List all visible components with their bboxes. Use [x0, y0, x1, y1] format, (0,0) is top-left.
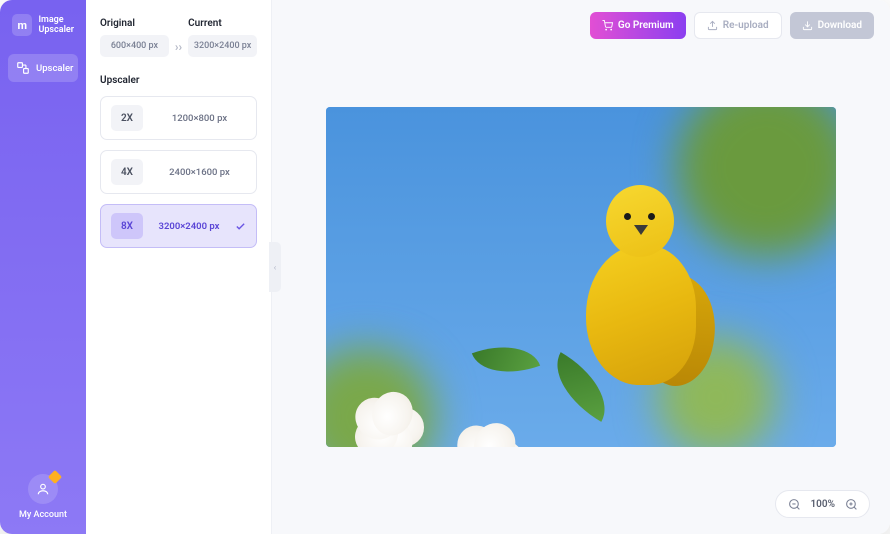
download-icon: [802, 20, 813, 31]
logo[interactable]: m Image Upscaler: [8, 14, 78, 54]
my-account[interactable]: My Account: [8, 474, 78, 520]
upload-icon: [707, 20, 718, 31]
account-label: My Account: [19, 510, 67, 520]
zoom-control: 100%: [775, 490, 870, 518]
current-label: Current: [188, 18, 257, 29]
sidebar-item-upscaler[interactable]: Upscaler: [8, 54, 78, 82]
zoom-in-button[interactable]: [843, 496, 859, 512]
logo-text: Image Upscaler: [38, 15, 74, 36]
option-size: 1200×800 px: [153, 113, 246, 124]
app-root: m Image Upscaler Upscaler My Account Ori…: [0, 0, 890, 534]
go-premium-button[interactable]: Go Premium: [590, 12, 686, 39]
upscale-option-4x[interactable]: 4X 2400×1600 px: [100, 150, 257, 194]
zoom-level: 100%: [810, 499, 835, 510]
zoom-out-button[interactable]: [786, 496, 802, 512]
download-button[interactable]: Download: [790, 12, 874, 39]
zoom-out-icon: [788, 498, 801, 511]
check-icon: [235, 221, 246, 232]
logo-icon: m: [12, 14, 32, 36]
upscaler-section-label: Upscaler: [100, 75, 257, 86]
user-icon: [36, 482, 50, 496]
topbar: Go Premium Re-upload Download: [590, 12, 874, 39]
sidebar: m Image Upscaler Upscaler My Account: [0, 0, 86, 534]
current-size: 3200×2400 px: [188, 35, 257, 57]
collapse-panel-handle[interactable]: ‹: [269, 242, 281, 292]
canvas-wrap: [272, 0, 890, 534]
settings-panel: Original 600×400 px ›› Current 3200×2400…: [86, 0, 272, 534]
option-multiplier: 4X: [111, 159, 143, 185]
reupload-button[interactable]: Re-upload: [694, 12, 782, 39]
upscale-option-8x[interactable]: 8X 3200×2400 px: [100, 204, 257, 248]
cart-icon: [602, 20, 613, 31]
main-area: ‹ Go Premium Re-upload Download: [272, 0, 890, 534]
upscale-option-2x[interactable]: 2X 1200×800 px: [100, 96, 257, 140]
original-label: Original: [100, 18, 169, 29]
sidebar-item-label: Upscaler: [36, 63, 73, 74]
avatar: [28, 474, 58, 504]
option-size: 3200×2400 px: [153, 221, 225, 232]
original-size: 600×400 px: [100, 35, 169, 57]
option-multiplier: 8X: [111, 213, 143, 239]
option-size: 2400×1600 px: [153, 167, 246, 178]
option-multiplier: 2X: [111, 105, 143, 131]
upscaler-icon: [16, 61, 30, 75]
image-preview[interactable]: [326, 107, 836, 447]
size-comparison: Original 600×400 px ›› Current 3200×2400…: [100, 18, 257, 57]
zoom-in-icon: [845, 498, 858, 511]
arrow-icon: ››: [175, 22, 182, 54]
